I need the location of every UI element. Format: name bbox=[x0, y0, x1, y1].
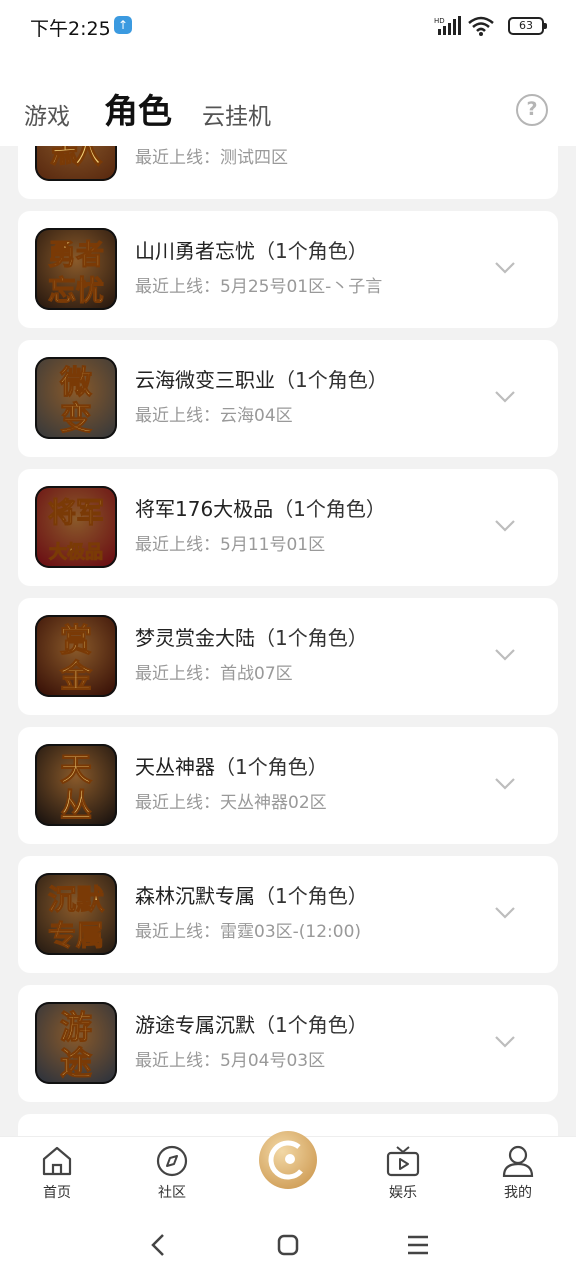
status-icons: HD 63 bbox=[434, 14, 547, 38]
game-name: 游途专属沉默 bbox=[135, 1013, 255, 1037]
role-card[interactable]: 沉默 专属 森林沉默专属（1个角色） 最近上线：雷霆03区-(12:00) bbox=[18, 856, 558, 973]
svg-text:变: 变 bbox=[60, 399, 92, 437]
game-icon[interactable]: 游途 bbox=[35, 1002, 117, 1084]
role-count: （1个角色） bbox=[255, 626, 368, 650]
svg-text:将军: 将军 bbox=[48, 496, 104, 529]
chevron-down-icon[interactable] bbox=[494, 519, 516, 533]
role-count: （1个角色） bbox=[255, 884, 368, 908]
tab-cloud-hosting[interactable]: 云挂机 bbox=[202, 97, 271, 131]
game-name: 天丛神器 bbox=[135, 755, 215, 779]
nav-profile[interactable]: 我的 bbox=[478, 1145, 558, 1202]
game-title: 天丛神器（1个角色） bbox=[135, 751, 328, 780]
chevron-down-icon[interactable] bbox=[494, 261, 516, 275]
svg-text:大极品: 大极品 bbox=[49, 541, 103, 563]
tab-games[interactable]: 游戏 bbox=[24, 97, 70, 131]
chevron-down-icon[interactable] bbox=[494, 648, 516, 662]
user-icon bbox=[502, 1145, 534, 1178]
svg-text:微: 微 bbox=[59, 363, 92, 401]
game-icon[interactable]: 天丛 bbox=[35, 744, 117, 826]
last-online-server: 最近上线：首战07区 bbox=[135, 664, 293, 684]
svg-text:HD: HD bbox=[434, 17, 445, 25]
chevron-down-icon[interactable] bbox=[494, 1035, 516, 1049]
last-online-server: 最近上线：5月11号01区 bbox=[135, 535, 326, 555]
role-count: （1个角色） bbox=[255, 239, 368, 263]
game-title: 云海微变三职业（1个角色） bbox=[135, 364, 388, 393]
system-nav-bar bbox=[0, 1210, 576, 1280]
help-icon[interactable]: ? bbox=[516, 94, 548, 126]
game-title: 游途专属沉默（1个角色） bbox=[135, 1009, 368, 1038]
nav-community[interactable]: 社区 bbox=[132, 1145, 212, 1202]
role-card[interactable]: 勇者 忘忧 山川勇者忘忧（1个角色） 最近上线：5月25号01区-丶子言 bbox=[18, 211, 558, 328]
role-count: （1个角色） bbox=[273, 497, 386, 521]
home-button-icon[interactable] bbox=[277, 1232, 299, 1258]
chevron-down-icon[interactable] bbox=[494, 390, 516, 404]
battery-icon: 63 bbox=[508, 17, 547, 35]
svg-text:游: 游 bbox=[60, 1008, 92, 1046]
svg-text:金: 金 bbox=[59, 657, 93, 695]
nav-entertainment-label: 娱乐 bbox=[389, 1185, 417, 1201]
tab-roles[interactable]: 角色 bbox=[104, 84, 172, 133]
chevron-down-icon[interactable] bbox=[494, 906, 516, 920]
game-icon[interactable]: 勇者 忘忧 bbox=[35, 228, 117, 310]
role-count: （1个角色） bbox=[255, 1013, 368, 1037]
role-card[interactable]: 微变 云海微变三职业（1个角色） 最近上线：云海04区 bbox=[18, 340, 558, 457]
upload-notification-icon: ↑ bbox=[114, 16, 132, 34]
role-card[interactable]: 赏金 梦灵赏金大陆（1个角色） 最近上线：首战07区 bbox=[18, 598, 558, 715]
svg-text:勇者: 勇者 bbox=[48, 238, 104, 271]
game-name: 山川勇者忘忧 bbox=[135, 239, 255, 263]
last-online-server: 最近上线：5月25号01区-丶子言 bbox=[135, 277, 383, 297]
role-list[interactable]: 默 最近上线：测试四区 勇者忘忧 山川勇者忘忧（1个角色）最近上线：5月25号0… bbox=[0, 146, 576, 1136]
status-bar: 下午2:25 ↑ HD 63 bbox=[0, 0, 576, 54]
wifi-icon bbox=[468, 16, 494, 36]
last-online-server: 最近上线：天丛神器02区 bbox=[135, 793, 327, 813]
game-name: 云海微变三职业 bbox=[135, 368, 275, 392]
svg-text:途: 途 bbox=[60, 1044, 92, 1082]
svg-text:默: 默 bbox=[50, 146, 103, 174]
role-card[interactable]: 将军大极品 将军176大极品（1个角色） 最近上线：5月11号01区 bbox=[18, 469, 558, 586]
svg-text:丛: 丛 bbox=[60, 786, 92, 824]
nav-entertainment[interactable]: 娱乐 bbox=[363, 1145, 443, 1202]
last-online-server: 最近上线：测试四区 bbox=[135, 148, 288, 168]
game-name: 森林沉默专属 bbox=[135, 884, 255, 908]
svg-text:专属: 专属 bbox=[48, 919, 104, 952]
game-title: 山川勇者忘忧（1个角色） bbox=[135, 235, 368, 264]
bottom-nav: 首页 社区 娱乐 我的 bbox=[0, 1131, 576, 1210]
game-title: 梦灵赏金大陆（1个角色） bbox=[135, 622, 368, 651]
signal-icon: HD bbox=[434, 16, 461, 35]
last-online-server: 最近上线：5月04号03区 bbox=[135, 1051, 326, 1071]
game-name: 梦灵赏金大陆 bbox=[135, 626, 255, 650]
game-icon[interactable]: 沉默 专属 bbox=[35, 873, 117, 955]
game-name: 将军176大极品 bbox=[135, 497, 274, 521]
game-title: 森林沉默专属（1个角色） bbox=[135, 880, 368, 909]
game-title: 将军176大极品（1个角色） bbox=[135, 493, 386, 522]
role-card[interactable]: 游途 游途专属沉默（1个角色） 最近上线：5月04号03区 bbox=[18, 985, 558, 1102]
last-online-server: 最近上线：云海04区 bbox=[135, 406, 293, 426]
game-icon[interactable]: 默 bbox=[35, 146, 117, 181]
center-logo-icon[interactable] bbox=[259, 1131, 317, 1189]
nav-home-label: 首页 bbox=[43, 1185, 71, 1201]
svg-text:沉默: 沉默 bbox=[48, 883, 105, 916]
svg-text:忘忧: 忘忧 bbox=[48, 274, 104, 307]
back-icon[interactable] bbox=[148, 1232, 168, 1258]
nav-home[interactable]: 首页 bbox=[17, 1145, 97, 1202]
game-icon[interactable]: 微变 bbox=[35, 357, 117, 439]
role-card[interactable]: 默 最近上线：测试四区 bbox=[18, 146, 558, 199]
role-count: （1个角色） bbox=[215, 755, 328, 779]
role-count: （1个角色） bbox=[275, 368, 388, 392]
role-card[interactable]: 天丛 天丛神器（1个角色） 最近上线：天丛神器02区 bbox=[18, 727, 558, 844]
status-time: 下午2:25 bbox=[30, 18, 111, 40]
game-icon[interactable]: 将军 大极品 bbox=[35, 486, 117, 568]
svg-text:天: 天 bbox=[60, 750, 92, 788]
nav-profile-label: 我的 bbox=[504, 1185, 532, 1201]
tv-icon bbox=[386, 1146, 420, 1177]
svg-text:赏: 赏 bbox=[60, 621, 92, 659]
chevron-down-icon[interactable] bbox=[494, 777, 516, 791]
game-icon[interactable]: 赏金 bbox=[35, 615, 117, 697]
nav-community-label: 社区 bbox=[158, 1185, 186, 1201]
header: 游戏 角色 云挂机 ? bbox=[0, 54, 576, 146]
last-online-server: 最近上线：雷霆03区-(12:00) bbox=[135, 922, 362, 942]
menu-icon[interactable] bbox=[406, 1232, 430, 1258]
compass-icon bbox=[156, 1145, 188, 1177]
home-icon bbox=[42, 1146, 72, 1176]
